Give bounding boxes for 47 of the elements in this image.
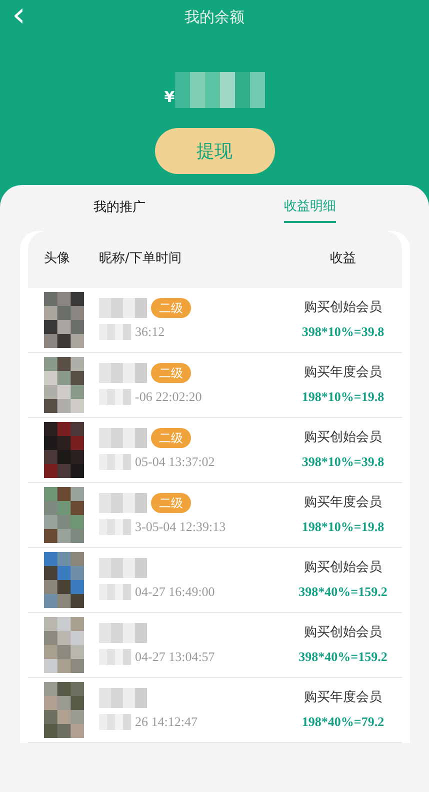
order-time: 04-27 13:04:57 bbox=[135, 648, 215, 666]
column-header: 昵称/下单时间 bbox=[99, 251, 182, 266]
currency-symbol: ¥ bbox=[164, 86, 175, 108]
income-formula: 198*10%=19.8 bbox=[300, 388, 386, 406]
column-header: 收益 bbox=[330, 251, 356, 266]
tab[interactable]: 收益明细 bbox=[284, 185, 336, 222]
purchase-item: 购买年度会员 bbox=[303, 364, 383, 382]
redaction-mosaic bbox=[99, 492, 147, 513]
redaction-mosaic bbox=[99, 324, 131, 340]
redaction-mosaic bbox=[99, 688, 147, 708]
order-time: 04-27 16:49:00 bbox=[135, 582, 215, 601]
redaction-mosaic bbox=[99, 622, 147, 643]
purchase-item: 购买创始会员 bbox=[303, 624, 383, 642]
redaction-mosaic bbox=[99, 388, 131, 404]
income-formula: 398*40%=159.2 bbox=[298, 582, 388, 600]
level-badge: 二级 bbox=[151, 492, 191, 513]
redaction-mosaic bbox=[99, 298, 147, 318]
redaction-mosaic bbox=[99, 584, 131, 600]
redaction-mosaic bbox=[99, 648, 131, 664]
purchase-item: 购买创始会员 bbox=[303, 299, 383, 317]
level-badge: 二级 bbox=[151, 362, 191, 383]
column-header: 头像 bbox=[44, 251, 70, 266]
purchase-item: 购买创始会员 bbox=[303, 559, 383, 577]
purchase-item: 购买年度会员 bbox=[303, 689, 383, 707]
order-time: 05-04 13:37:02 bbox=[135, 452, 215, 471]
level-badge: 二级 bbox=[151, 428, 191, 448]
purchase-item: 购买创始会员 bbox=[303, 429, 383, 447]
income-formula: 398*10%=39.8 bbox=[300, 322, 386, 340]
tab[interactable]: 我的推广 bbox=[93, 185, 146, 222]
redaction-mosaic bbox=[99, 714, 131, 730]
redaction-mosaic bbox=[99, 558, 147, 578]
order-time: 26 14:12:47 bbox=[135, 712, 198, 731]
redaction-mosaic bbox=[99, 454, 131, 470]
income-formula: 198*10%=19.8 bbox=[300, 518, 386, 536]
order-time: -06 22:02:20 bbox=[135, 388, 202, 406]
redaction-mosaic bbox=[99, 428, 147, 448]
page-title: 我的余额 bbox=[184, 8, 244, 26]
income-formula: 398*10%=39.8 bbox=[300, 452, 386, 470]
redaction-mosaic bbox=[99, 518, 131, 534]
income-formula: 398*40%=159.2 bbox=[298, 648, 388, 666]
redaction-mosaic bbox=[99, 362, 147, 383]
income-formula: 198*40%=79.2 bbox=[300, 712, 386, 730]
withdraw-button[interactable]: 提现 bbox=[154, 128, 274, 174]
purchase-item: 购买年度会员 bbox=[303, 494, 383, 512]
order-time: 36:12 bbox=[135, 322, 165, 341]
level-badge: 二级 bbox=[151, 298, 191, 318]
order-time: 3-05-04 12:39:13 bbox=[135, 518, 226, 536]
